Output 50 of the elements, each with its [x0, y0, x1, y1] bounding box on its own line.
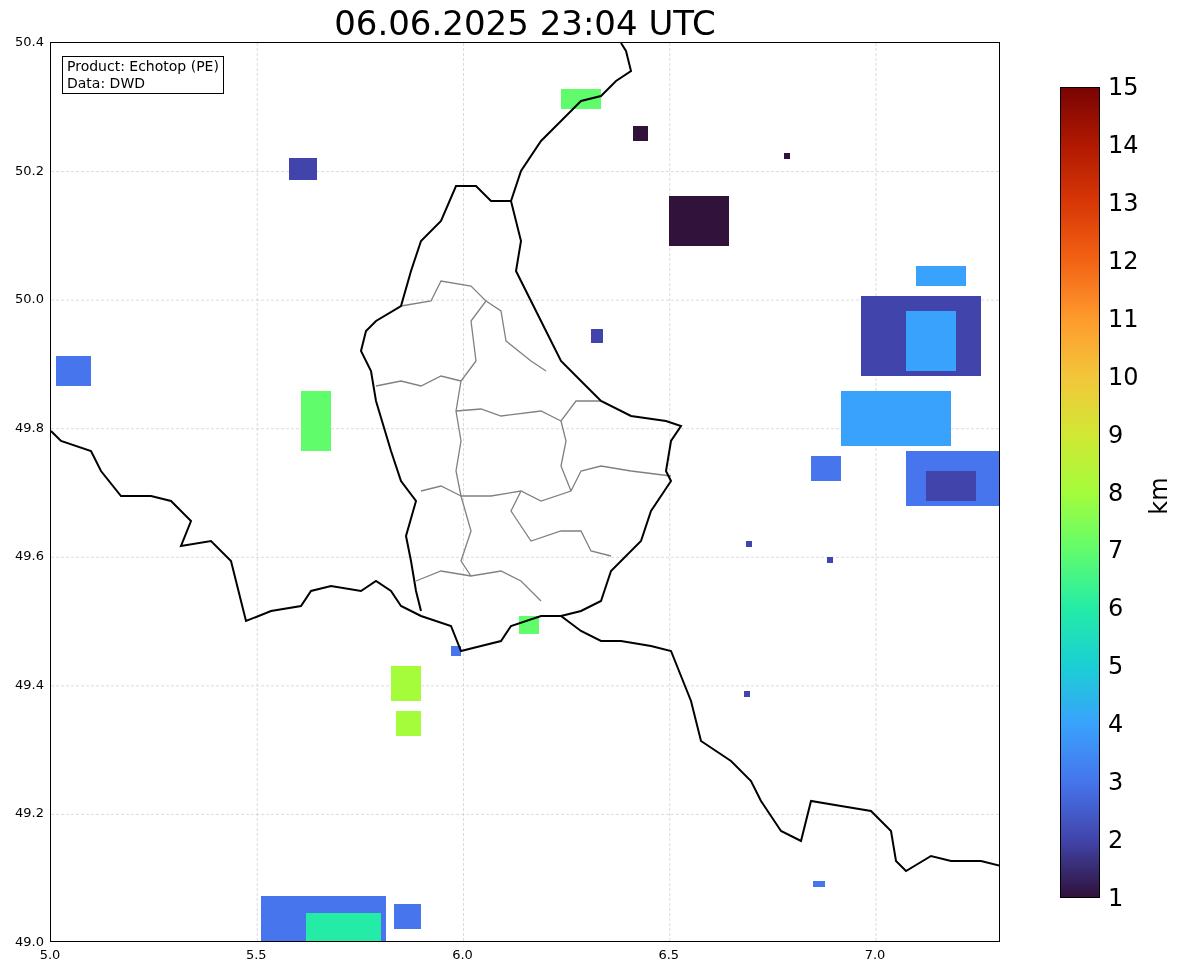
radar-echo [784, 153, 790, 159]
colorbar-tick-label: 8 [1108, 478, 1124, 507]
radar-echo [561, 89, 601, 109]
radar-echo [396, 711, 421, 736]
radar-echo [591, 329, 603, 343]
radar-echo [633, 126, 648, 141]
x-tick-label: 5.0 [38, 947, 62, 963]
y-tick-label: 49.6 [14, 548, 44, 565]
colorbar-tick-label: 7 [1108, 536, 1124, 565]
y-tick-label: 50.4 [14, 34, 44, 50]
radar-echo [746, 541, 752, 547]
colorbar-label: km [1144, 477, 1173, 515]
x-tick-label: 6.0 [451, 947, 474, 963]
colorbar-tick-label: 9 [1108, 420, 1124, 449]
y-tick-label: 49.8 [14, 419, 44, 436]
legend-text: Data: DWD [67, 75, 146, 92]
colorbar-tick-label: 3 [1108, 768, 1124, 797]
colorbar-tick-label: 5 [1108, 652, 1124, 681]
radar-echo [391, 666, 421, 701]
radar-echo [394, 904, 421, 929]
x-tick-label: 6.5 [657, 947, 681, 963]
x-tick-label: 7.0 [863, 947, 887, 963]
colorbar-tick-label: 11 [1108, 304, 1139, 333]
colorbar-tick-label: 2 [1108, 826, 1124, 855]
radar-echo [301, 391, 331, 451]
colorbar-tick-label: 15 [1108, 73, 1139, 101]
y-tick-label: 49.4 [14, 676, 44, 693]
colorbar-tick-label: 12 [1108, 246, 1139, 275]
colorbar-tick-label: 1 [1108, 884, 1124, 912]
y-tick-label: 49.0 [14, 934, 44, 950]
legend-text: Product: Echotop (PE) [67, 58, 219, 75]
colorbar-tick-label: 6 [1108, 594, 1124, 623]
y-tick-label: 50.2 [14, 162, 44, 179]
radar-echo [56, 356, 91, 386]
radar-echo [451, 646, 461, 656]
radar-echo [669, 196, 729, 246]
radar-echo [289, 158, 317, 180]
y-tick-label: 50.0 [14, 291, 44, 308]
radar-echo [811, 456, 841, 481]
y-tick-label: 49.2 [14, 805, 44, 822]
colorbar-tick-label: 14 [1108, 130, 1139, 159]
colorbar-tick-label: 13 [1108, 188, 1139, 217]
colorbar-tick-label: 4 [1108, 710, 1124, 739]
radar-echo [916, 266, 966, 286]
x-tick-label: 5.5 [244, 947, 268, 963]
radar-echo [744, 691, 750, 697]
colorbar-tick-label: 10 [1108, 362, 1139, 391]
radar-echo [813, 881, 825, 887]
chart-title: 06.06.2025 23:04 UTC [333, 2, 717, 44]
radar-echo [827, 557, 833, 563]
